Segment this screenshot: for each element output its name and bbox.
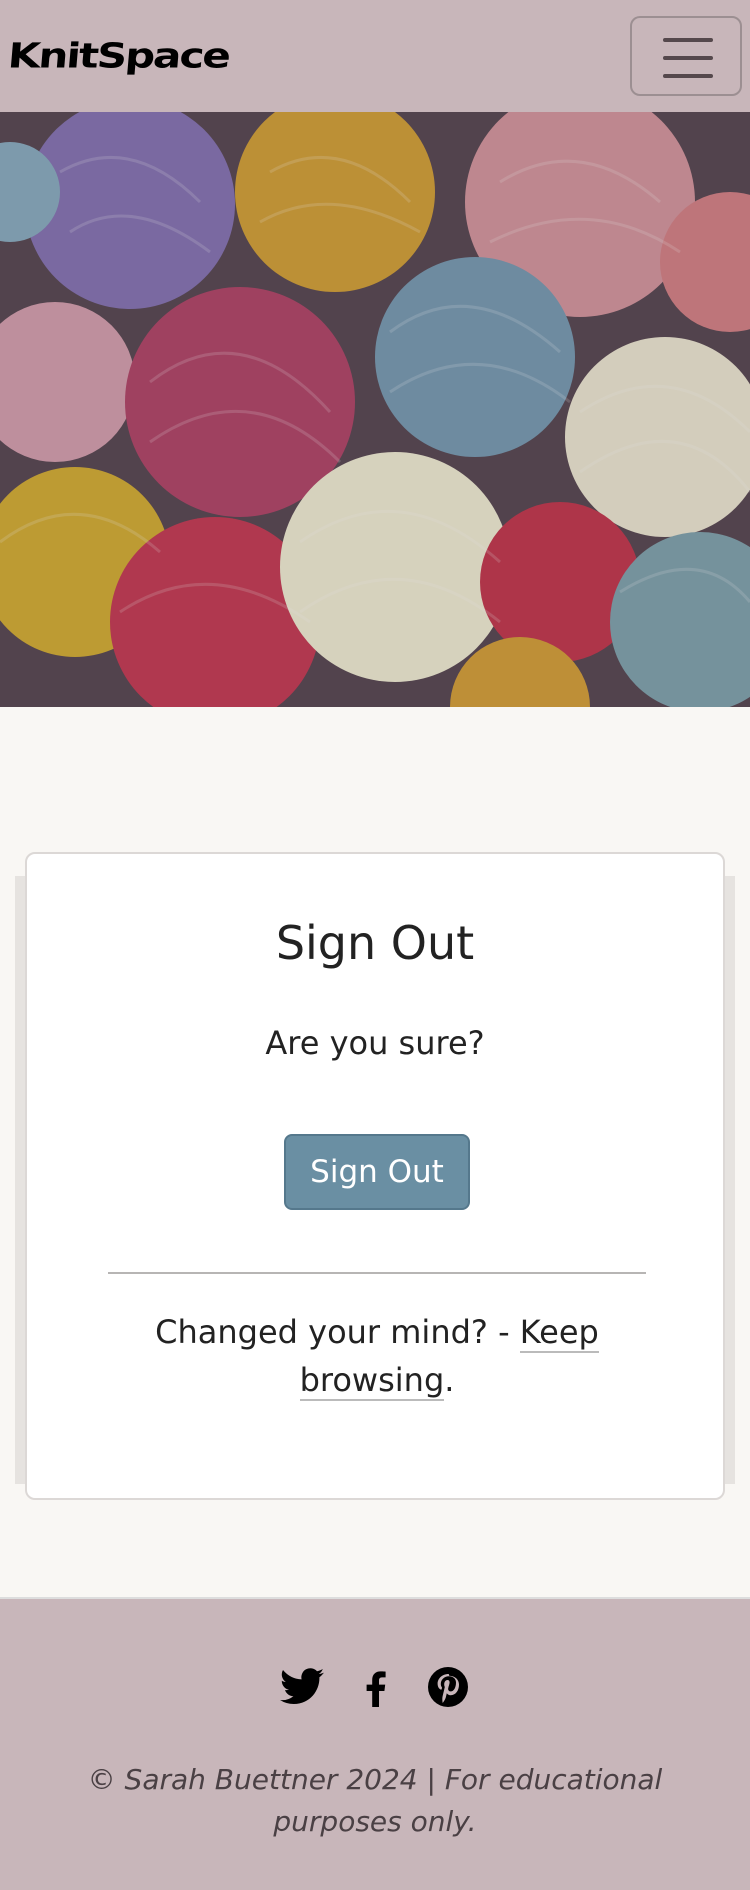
page-title: Sign Out xyxy=(275,916,475,970)
footer: © Sarah Buettner 2024 | For educational … xyxy=(0,1597,750,1890)
navbar: KnitSpace xyxy=(0,0,750,112)
hamburger-menu-icon-bar xyxy=(663,74,713,78)
keep-browsing-text: Changed your mind? - Keep browsing. xyxy=(147,1308,607,1404)
sign-out-button[interactable]: Sign Out xyxy=(284,1134,470,1210)
copyright-text: © Sarah Buettner 2024 | For educational … xyxy=(87,1763,663,1838)
confirmation-prompt: Are you sure? xyxy=(265,1024,485,1062)
yarn-balls-photo xyxy=(0,112,750,707)
hamburger-menu-icon-bar xyxy=(663,56,713,60)
brand-logo[interactable]: KnitSpace xyxy=(6,33,231,79)
signout-card: Sign Out Are you sure? Sign Out Changed … xyxy=(25,852,725,1500)
hero-image xyxy=(0,112,750,707)
changed-mind-text: Changed your mind? - xyxy=(155,1313,520,1351)
divider xyxy=(108,1272,646,1274)
hamburger-menu-icon xyxy=(663,38,713,42)
menu-toggle-button[interactable] xyxy=(630,16,742,96)
period-text: . xyxy=(444,1361,455,1399)
pinterest-icon[interactable] xyxy=(424,1663,472,1711)
social-links xyxy=(0,1663,750,1711)
facebook-icon[interactable] xyxy=(351,1663,399,1711)
twitter-icon[interactable] xyxy=(278,1663,326,1711)
